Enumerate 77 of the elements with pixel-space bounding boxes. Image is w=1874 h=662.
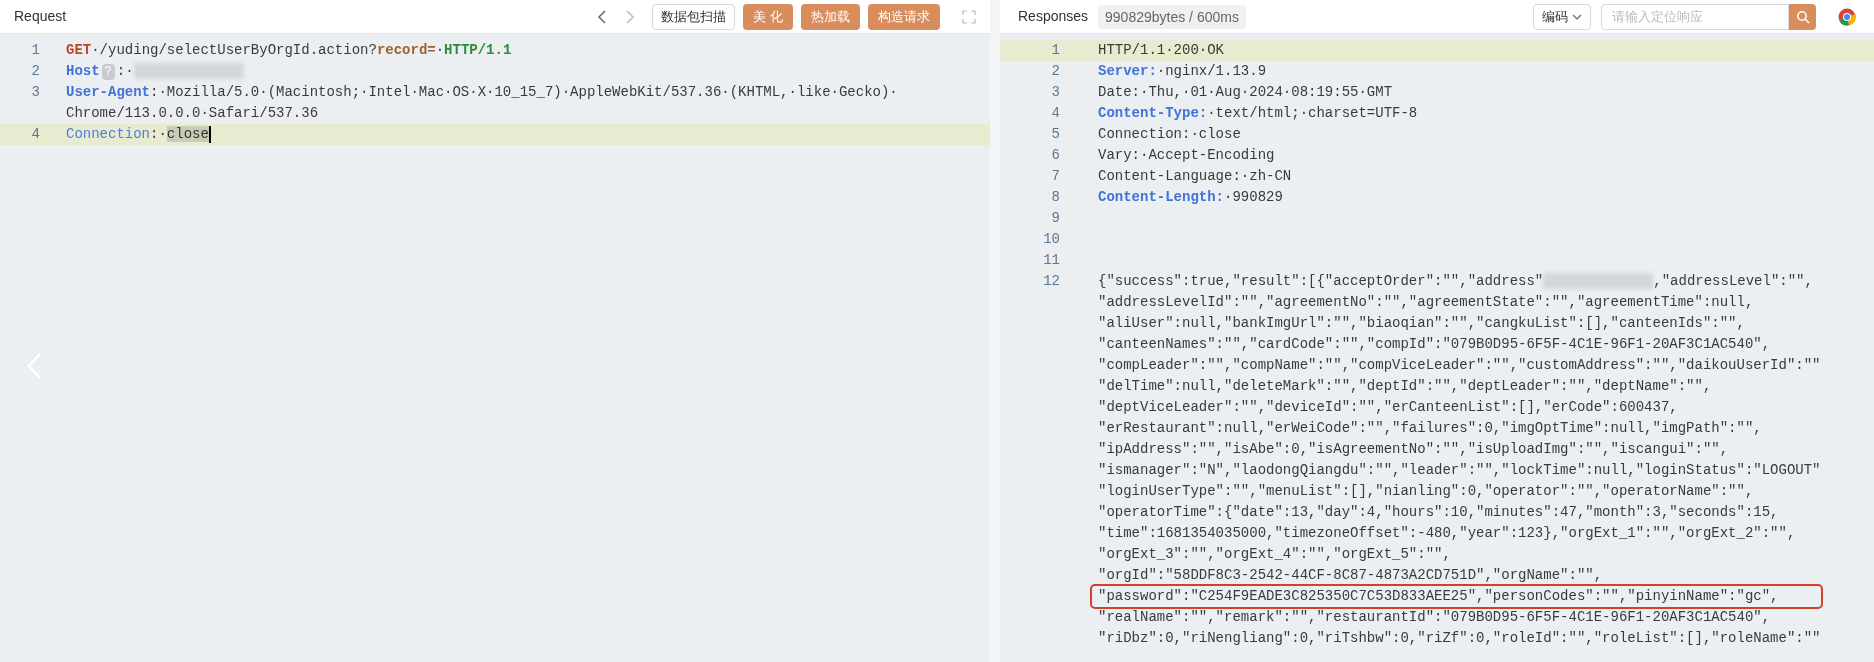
- code-text: Content-Language:·zh-CN: [1098, 168, 1292, 184]
- code-text: Chrome/113.0.0.0·Safari/537.36: [66, 105, 319, 121]
- code-text: ·nginx/1.13.9: [1156, 63, 1267, 79]
- header-name: Content-Type:: [1098, 105, 1208, 121]
- line-number: 11: [1042, 251, 1060, 270]
- expand-icon[interactable]: [962, 9, 976, 24]
- chevron-down-icon: [1572, 13, 1582, 20]
- text-cursor: [208, 125, 211, 143]
- help-badge[interactable]: ?: [101, 64, 115, 80]
- code-text: :·Mozilla/5.0·(Macintosh;·Intel·Mac·OS·X·10_15_7)·AppleWebKit/537.36·(KHTML,·like·Gecko)·: [150, 84, 898, 100]
- code-text: "compLeader":"","compName":"","compViceLeader":"","customAddress":"","daikouUserId":"": [1098, 357, 1821, 373]
- search-button[interactable]: [1789, 3, 1816, 30]
- toolbar-button[interactable]: 热加载: [801, 3, 860, 30]
- code-text: "addressLevelId":"","agreementNo":"","agreementState":"","agreementTime":null,: [1098, 294, 1754, 310]
- selected-text: close: [166, 126, 209, 142]
- code-text: Connection:·close: [1098, 126, 1241, 142]
- line-number: 1: [30, 41, 40, 60]
- code-text: "loginUserType":"","menuList":[],"nianling":0,"operator":"","operatorName":"",: [1098, 483, 1754, 499]
- code-text: "delTime":null,"deleteMark":"","deptId":"","deptLeader":"","deptName":"",: [1098, 378, 1712, 394]
- panel-title: Responses: [1018, 7, 1089, 26]
- header-name: Connection: [66, 126, 150, 142]
- header-name: Host: [66, 63, 100, 79]
- line-number: 3: [1050, 83, 1060, 102]
- http-version: HTTP/1.1: [444, 42, 512, 58]
- line-number: 8: [1050, 188, 1060, 207]
- code-text: "ismanager":"N","laodongQiangdu":"","leader":"","lockTime":null,"loginStatus":"LOGOUT": [1098, 462, 1821, 478]
- response-stats: 990829bytes / 600ms: [1098, 4, 1246, 29]
- code-text: {"success":true,"result":[{"acceptOrder":"","address": [1098, 273, 1544, 289]
- code-text: "orgId":"58DDF8C3-2542-44CF-8C87-4873A2CD751D","orgName":"",: [1098, 567, 1603, 583]
- code-text: ·text/html;·charset=UTF-8: [1207, 105, 1418, 121]
- line-number: 2: [1050, 62, 1060, 81]
- toolbar-button[interactable]: 数据包扫描: [652, 3, 736, 30]
- code-text: "canteenNames":"","cardCode":"","compId":"079B0D95-6F5F-4C1E-96F1-20AF3C1AC540",: [1098, 336, 1771, 352]
- header-name: Server:: [1098, 63, 1157, 79]
- code-text: ,"addressLevel":"",: [1653, 273, 1813, 289]
- browser-icon[interactable]: [1838, 7, 1856, 26]
- code-text: ·: [435, 42, 445, 58]
- code-text: :·: [150, 126, 167, 142]
- line-number: 3: [30, 83, 40, 102]
- panel-title: Request: [14, 7, 67, 26]
- code-text: HTTP/1.1·200·OK: [1098, 42, 1225, 58]
- code-text: "aliUser":null,"bankImgUrl":"","biaoqian":"","cangkuList":[],"canteenIds":"",: [1098, 315, 1745, 331]
- header-name: Content-Length:: [1098, 189, 1225, 205]
- line-number: 7: [1050, 167, 1060, 186]
- line-number: 2: [30, 62, 40, 81]
- search-field[interactable]: 请输入定位响应: [1601, 3, 1789, 30]
- code-text: Date:·Thu,·01·Aug·2024·08:19:55·GMT: [1098, 84, 1393, 100]
- line-number: 10: [1042, 230, 1060, 249]
- query-param: record=: [376, 42, 436, 58]
- code-text: "erRestaurant":null,"erWeiCode":"","failures":0,"imgOptTime":null,"imgPath":"",: [1098, 420, 1762, 436]
- code-text: Vary:·Accept-Encoding: [1098, 147, 1275, 163]
- code-text: ·/yuding/selectUserByOrgId.action?: [91, 42, 377, 58]
- back-icon[interactable]: [596, 8, 609, 25]
- line-number: 1: [1050, 41, 1060, 60]
- line-number: 12: [1042, 272, 1060, 291]
- line-number: 4: [1050, 104, 1060, 123]
- toolbar-button[interactable]: 构造请求: [868, 3, 940, 30]
- forward-icon[interactable]: [624, 8, 637, 25]
- code-text: "orgExt_3":"","orgExt_4":"","orgExt_5":"",: [1098, 546, 1451, 562]
- code-text: ·990829: [1224, 189, 1283, 205]
- search-icon: [1795, 9, 1810, 24]
- code-text: "operatorTime":{"date":13,"day":4,"hours":10,"minutes":47,"month":3,"seconds":15,: [1098, 504, 1779, 520]
- code-text: "realName":"","remark":"","restaurantId":"079B0D95-6F5F-4C1E-96F1-20AF3C1AC540",: [1098, 609, 1771, 625]
- code-text: "deptViceLeader":"","deviceId":"","erCanteenList":[],"erCode":600437,: [1098, 399, 1678, 415]
- code-text: "password":"C254F9EADE3C825350C7C53D833AEE25","personCodes":"","pinyinName":"gc",: [1098, 588, 1779, 604]
- line-number: 9: [1050, 209, 1060, 228]
- code-text: "ipAddress":"","isAbe":0,"isAgreementNo":"","isUploadImg":"","iscangui":"",: [1098, 441, 1729, 457]
- line-number: 4: [30, 125, 40, 144]
- line-number: 5: [1050, 125, 1060, 144]
- line-number: 6: [1050, 146, 1060, 165]
- http-method: GET: [66, 42, 92, 58]
- toolbar-button[interactable]: 美 化: [743, 3, 793, 30]
- code-text: "riDbz":0,"riNengliang":0,"riTshbw":0,"riZf":0,"roleId":"","roleList":[],"roleName":"": [1098, 630, 1821, 646]
- code-text: "time":1681354035000,"timezoneOffset":-480,"year":123},"orgExt_1":"","orgExt_2":"",: [1098, 525, 1796, 541]
- header-name: User-Agent: [66, 84, 150, 100]
- code-text: :·: [116, 63, 134, 79]
- encoding-select[interactable]: 编码: [1533, 3, 1591, 30]
